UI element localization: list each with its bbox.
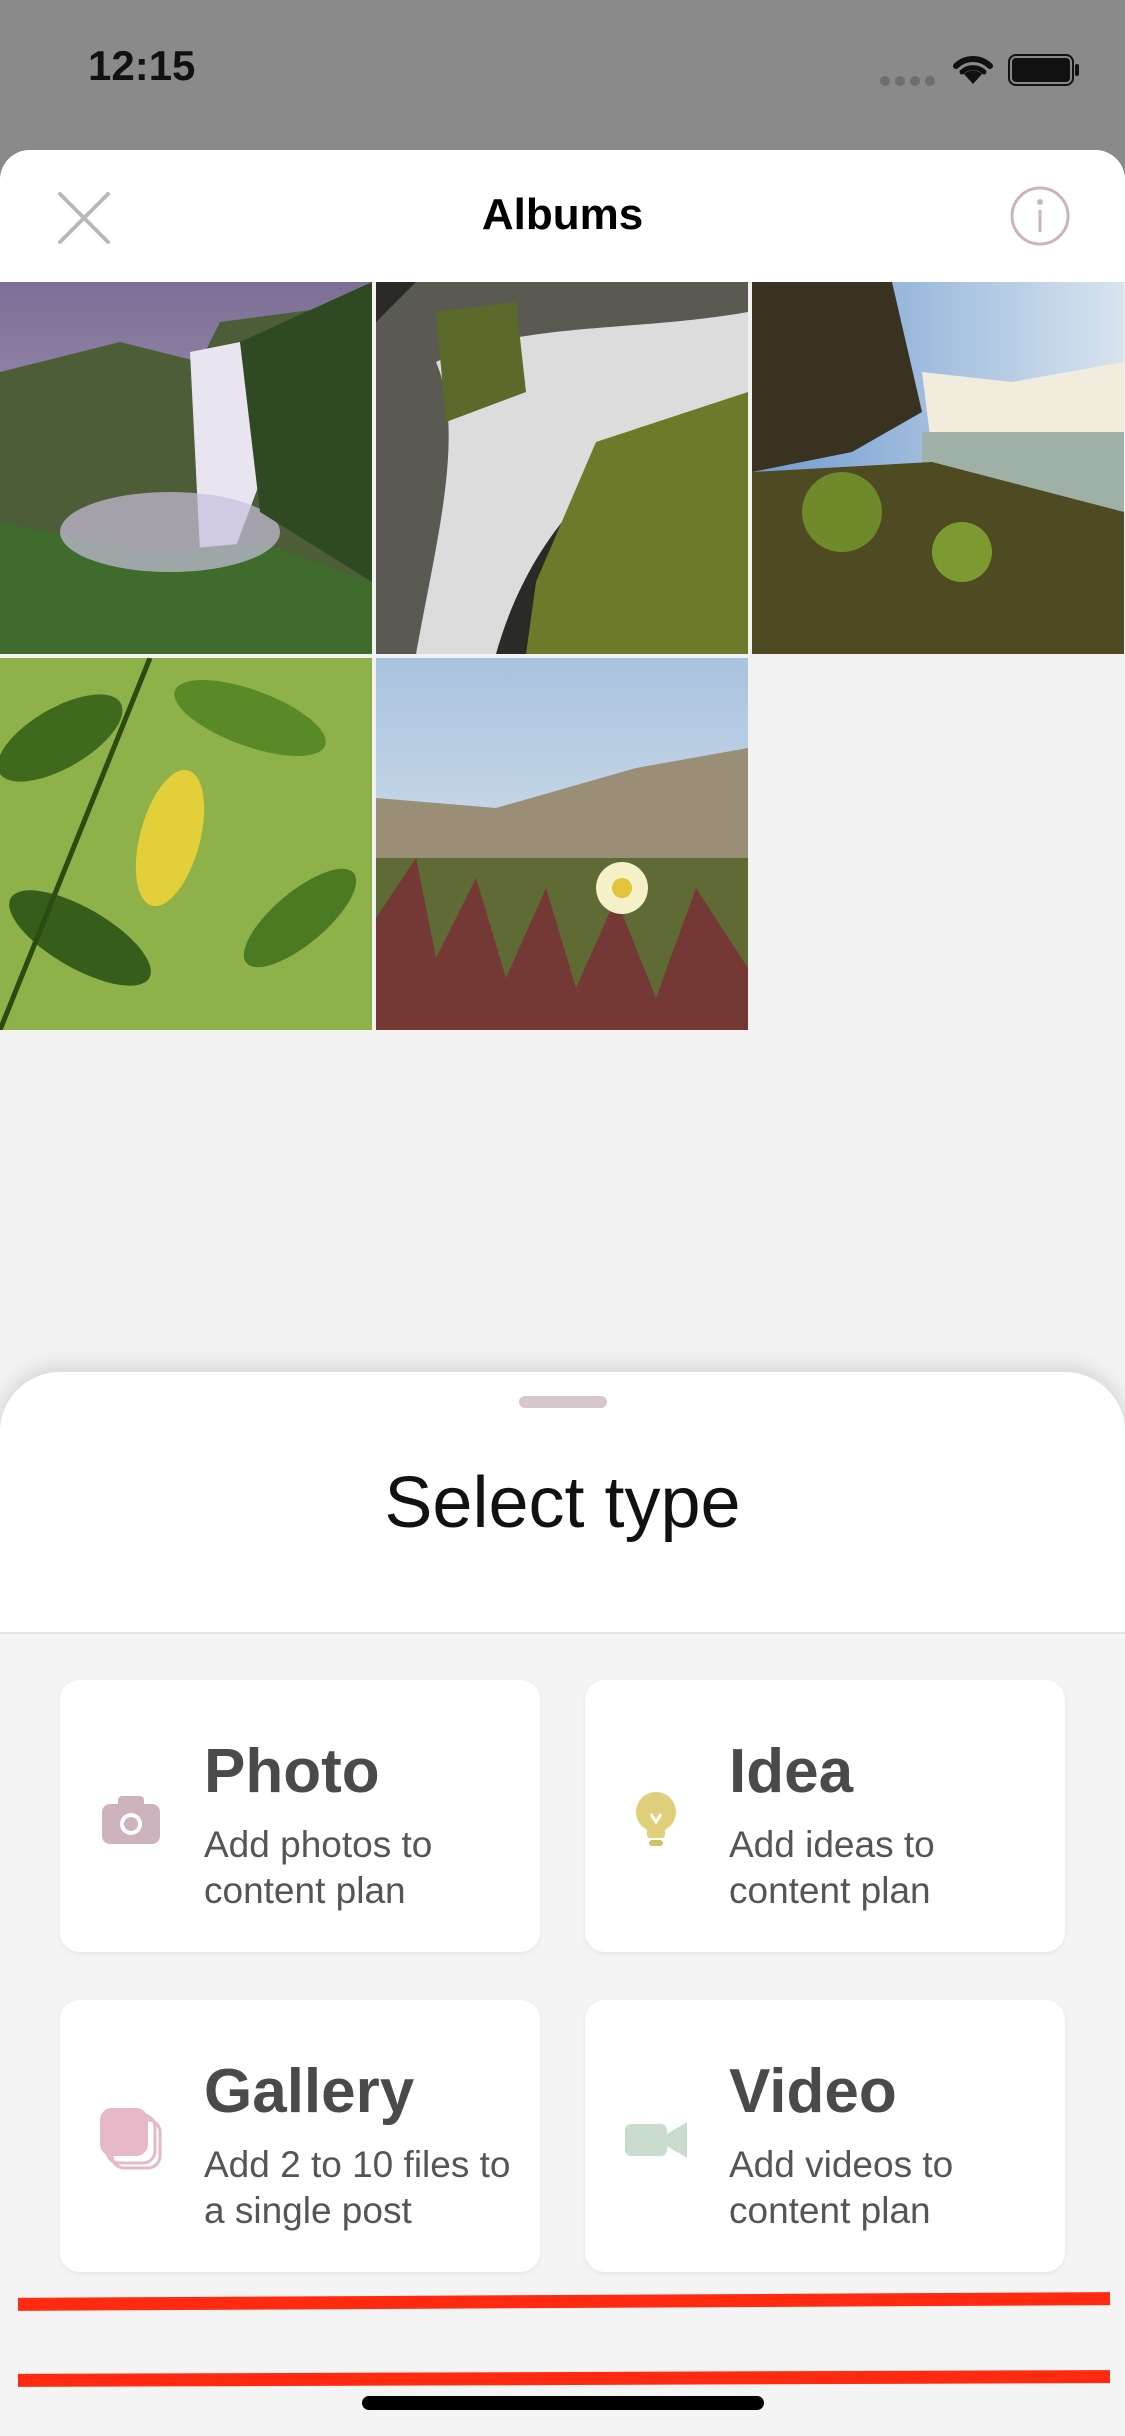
video-camera-icon [625,2122,687,2158]
option-idea-card[interactable]: Idea Add ideas to content plan [585,1680,1065,1952]
photo-thumbnail[interactable] [376,282,748,654]
signal-icon [880,76,936,86]
albums-sheet: Albums Select type Photo Add photos to c… [0,150,1125,2436]
status-time: 12:15 [88,42,196,89]
photo-thumbnail[interactable] [376,658,748,1030]
lightbulb-icon [636,1792,676,1846]
status-bar: 12:15 [0,0,1125,150]
panel-header: Select type [0,1372,1125,1634]
stack-icon [100,2108,162,2170]
photo-thumbnail[interactable] [0,282,372,654]
option-title: Gallery [204,2057,415,2126]
option-title: Photo [204,1737,380,1806]
info-icon[interactable] [1008,184,1072,248]
photo-thumbnail[interactable] [752,282,1124,654]
battery-icon [1008,54,1079,86]
photo-leaves [0,658,372,1030]
wifi-icon [953,55,993,84]
option-title: Idea [729,1737,854,1806]
option-description: Add 2 to 10 files to a single post [204,2144,511,2231]
drag-handle[interactable] [519,1396,607,1408]
page-title: Albums [481,190,644,239]
option-description: Add videos to content plan [729,2144,954,2231]
option-title: Video [729,2057,897,2126]
option-gallery-card[interactable]: Gallery Add 2 to 10 files to a single po… [60,2000,540,2272]
option-description: Add photos to content plan [204,1824,433,1911]
photo-waterfall-mist [0,282,372,654]
photo-river-falls [752,282,1124,654]
photo-beach-flower [376,658,748,1030]
option-video-card[interactable]: Video Add videos to content plan [585,2000,1065,2272]
photo-thumbnail[interactable] [0,658,372,1030]
navigation-bar: Albums [0,150,1125,283]
option-description: Add ideas to content plan [729,1824,935,1911]
select-type-panel: Select type Photo Add photos to content … [0,1372,1125,2436]
home-indicator[interactable] [362,2396,764,2410]
panel-title: Select type [384,1463,741,1543]
camera-icon [102,1796,160,1844]
photo-waterfall-rocks [376,282,748,654]
option-photo-card[interactable]: Photo Add photos to content plan [60,1680,540,1952]
